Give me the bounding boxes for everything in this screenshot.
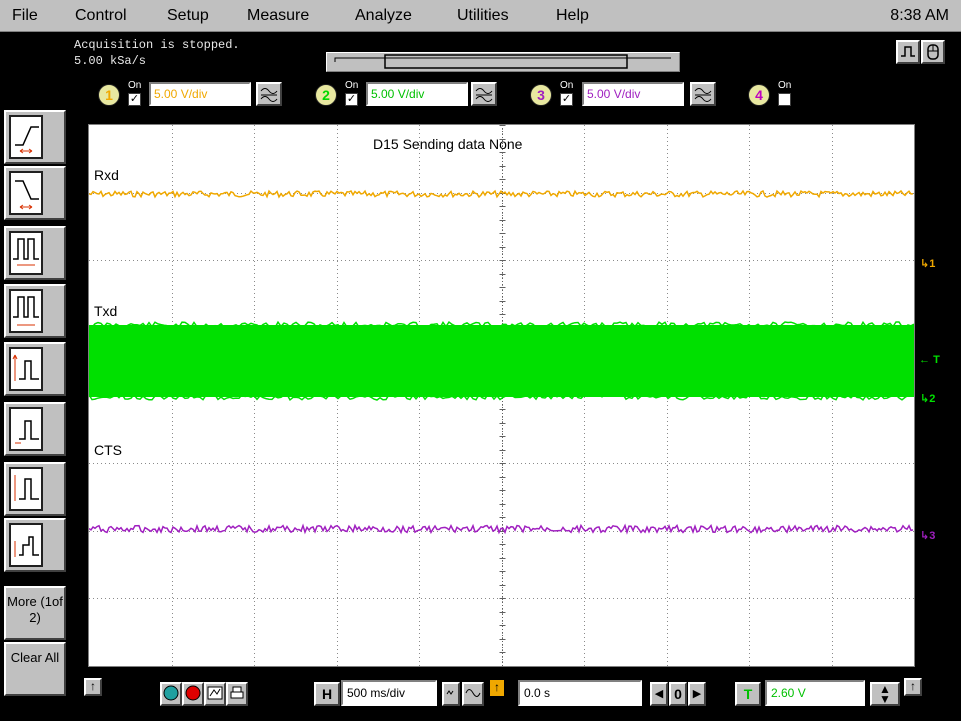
rise-time-button[interactable] bbox=[4, 342, 66, 396]
channel-1-on-checkbox[interactable]: ✓ bbox=[128, 93, 141, 106]
falling-edge-icon bbox=[15, 180, 39, 210]
channel-2-scale-field[interactable]: 5.00 V/div bbox=[366, 82, 468, 106]
run-circle-icon bbox=[163, 685, 179, 701]
timebase-wave-button[interactable] bbox=[462, 682, 484, 706]
channel-2-button[interactable]: 2 bbox=[315, 84, 337, 106]
trace-label-rxd: Rxd bbox=[94, 167, 119, 183]
horizontal-button[interactable]: H bbox=[314, 682, 340, 706]
glitch-icon bbox=[14, 475, 39, 501]
position-right-button[interactable]: ▶ bbox=[688, 682, 706, 706]
timeout-button[interactable] bbox=[4, 518, 66, 572]
channel-1-spinner[interactable] bbox=[256, 82, 282, 106]
stop-circle-icon bbox=[185, 685, 201, 701]
pulse-width-ratio-button[interactable] bbox=[4, 284, 66, 338]
channel-4-on-checkbox[interactable] bbox=[778, 93, 791, 106]
waveform-display[interactable]: D15 Sending data None Rxd Txd CTS bbox=[88, 124, 915, 667]
channel-2-spinner[interactable] bbox=[471, 82, 497, 106]
pulse-width-button[interactable] bbox=[4, 226, 66, 280]
spinner-icon bbox=[260, 88, 278, 102]
mouse-icon bbox=[927, 44, 939, 60]
bottom-right-scroll-button[interactable]: ↑ bbox=[904, 678, 922, 696]
timebase-field[interactable]: 500 ms/div bbox=[341, 680, 437, 706]
channel-1-scale-field[interactable]: 5.00 V/div bbox=[149, 82, 251, 106]
sine-icon bbox=[465, 689, 481, 697]
display-mode-button[interactable] bbox=[896, 40, 920, 64]
menu-file[interactable]: File bbox=[12, 7, 38, 25]
edge-trigger-rising-button[interactable] bbox=[4, 110, 66, 164]
channel-3-on-checkbox[interactable]: ✓ bbox=[560, 93, 573, 106]
channel-2-on-checkbox[interactable]: ✓ bbox=[345, 93, 358, 106]
channel-3-scale-field[interactable]: 5.00 V/div bbox=[582, 82, 684, 106]
menu-analyze[interactable]: Analyze bbox=[355, 7, 412, 25]
threshold-icon bbox=[15, 420, 39, 444]
bottom-left-scroll-button[interactable]: ↑ bbox=[84, 678, 102, 696]
channel-3-spinner[interactable] bbox=[690, 82, 716, 106]
spinner-icon bbox=[694, 88, 712, 102]
navigator-wave-icon bbox=[334, 54, 671, 69]
rise-time-icon bbox=[12, 354, 39, 381]
clear-all-button[interactable]: Clear All bbox=[4, 642, 66, 696]
autoscale-button[interactable] bbox=[204, 682, 226, 706]
channel-2-on-label: On bbox=[345, 80, 359, 91]
channel-3-ground-marker[interactable]: ↳3 bbox=[920, 530, 935, 542]
more-button[interactable]: More (1of 2) bbox=[4, 586, 66, 640]
spinner-icon bbox=[475, 88, 493, 102]
trace-label-cts: CTS bbox=[94, 442, 122, 458]
pulse-ratio-icon bbox=[13, 296, 39, 326]
fine-icon bbox=[446, 690, 454, 695]
mouse-mode-button[interactable] bbox=[921, 40, 945, 64]
channel-3-button[interactable]: 3 bbox=[530, 84, 552, 106]
graticule bbox=[89, 125, 914, 666]
trigger-level-field[interactable]: 2.60 V bbox=[765, 680, 865, 706]
edge-trigger-falling-button[interactable] bbox=[4, 166, 66, 220]
channel-2-ground-marker[interactable]: ↳2 bbox=[920, 393, 935, 405]
print-button[interactable] bbox=[226, 682, 248, 706]
stop-button[interactable] bbox=[182, 682, 204, 706]
trigger-level-spinner[interactable]: ▲ ▼ bbox=[870, 682, 900, 706]
channel-1-ground-marker[interactable]: ↳1 bbox=[920, 258, 935, 270]
trigger-level-marker[interactable]: ← T bbox=[919, 354, 940, 366]
trigger-reference-icon: ↑ bbox=[490, 680, 504, 696]
timebase-fine-button[interactable] bbox=[442, 682, 460, 706]
threshold-button[interactable] bbox=[4, 402, 66, 456]
pulse-width-icon bbox=[13, 238, 39, 266]
position-center-button[interactable]: 0 bbox=[669, 682, 687, 706]
clock: 8:38 AM bbox=[890, 7, 949, 24]
trigger-button[interactable]: T bbox=[735, 682, 761, 706]
menu-setup[interactable]: Setup bbox=[167, 7, 209, 25]
menu-measure[interactable]: Measure bbox=[247, 7, 309, 25]
run-button[interactable] bbox=[160, 682, 182, 706]
sample-rate: 5.00 kSa/s bbox=[74, 54, 147, 68]
menu-help[interactable]: Help bbox=[556, 7, 589, 25]
channel-1-button[interactable]: 1 bbox=[98, 84, 120, 106]
position-left-button[interactable]: ◀ bbox=[650, 682, 668, 706]
channel-3-on-label: On bbox=[560, 80, 574, 91]
timeout-icon bbox=[14, 536, 39, 557]
menu-control[interactable]: Control bbox=[75, 7, 127, 25]
pulse-icon bbox=[901, 46, 915, 57]
trace-label-txd: Txd bbox=[94, 303, 118, 319]
autoscale-icon bbox=[207, 686, 223, 700]
waveform-navigator[interactable] bbox=[326, 52, 680, 72]
printer-icon bbox=[230, 686, 244, 699]
channel-4-button[interactable]: 4 bbox=[748, 84, 770, 106]
glitch-button[interactable] bbox=[4, 462, 66, 516]
position-field[interactable]: 0.0 s bbox=[518, 680, 642, 706]
rising-edge-icon bbox=[15, 126, 39, 154]
trace-txd bbox=[89, 325, 914, 397]
channel-4-on-label: On bbox=[778, 80, 792, 91]
channel-1-on-label: On bbox=[128, 80, 142, 91]
acquisition-status: Acquisition is stopped. bbox=[74, 38, 240, 52]
menu-utilities[interactable]: Utilities bbox=[457, 7, 509, 25]
menu-bar: File Control Setup Measure Analyze Utili… bbox=[0, 0, 961, 32]
display-title: D15 Sending data None bbox=[373, 136, 523, 152]
